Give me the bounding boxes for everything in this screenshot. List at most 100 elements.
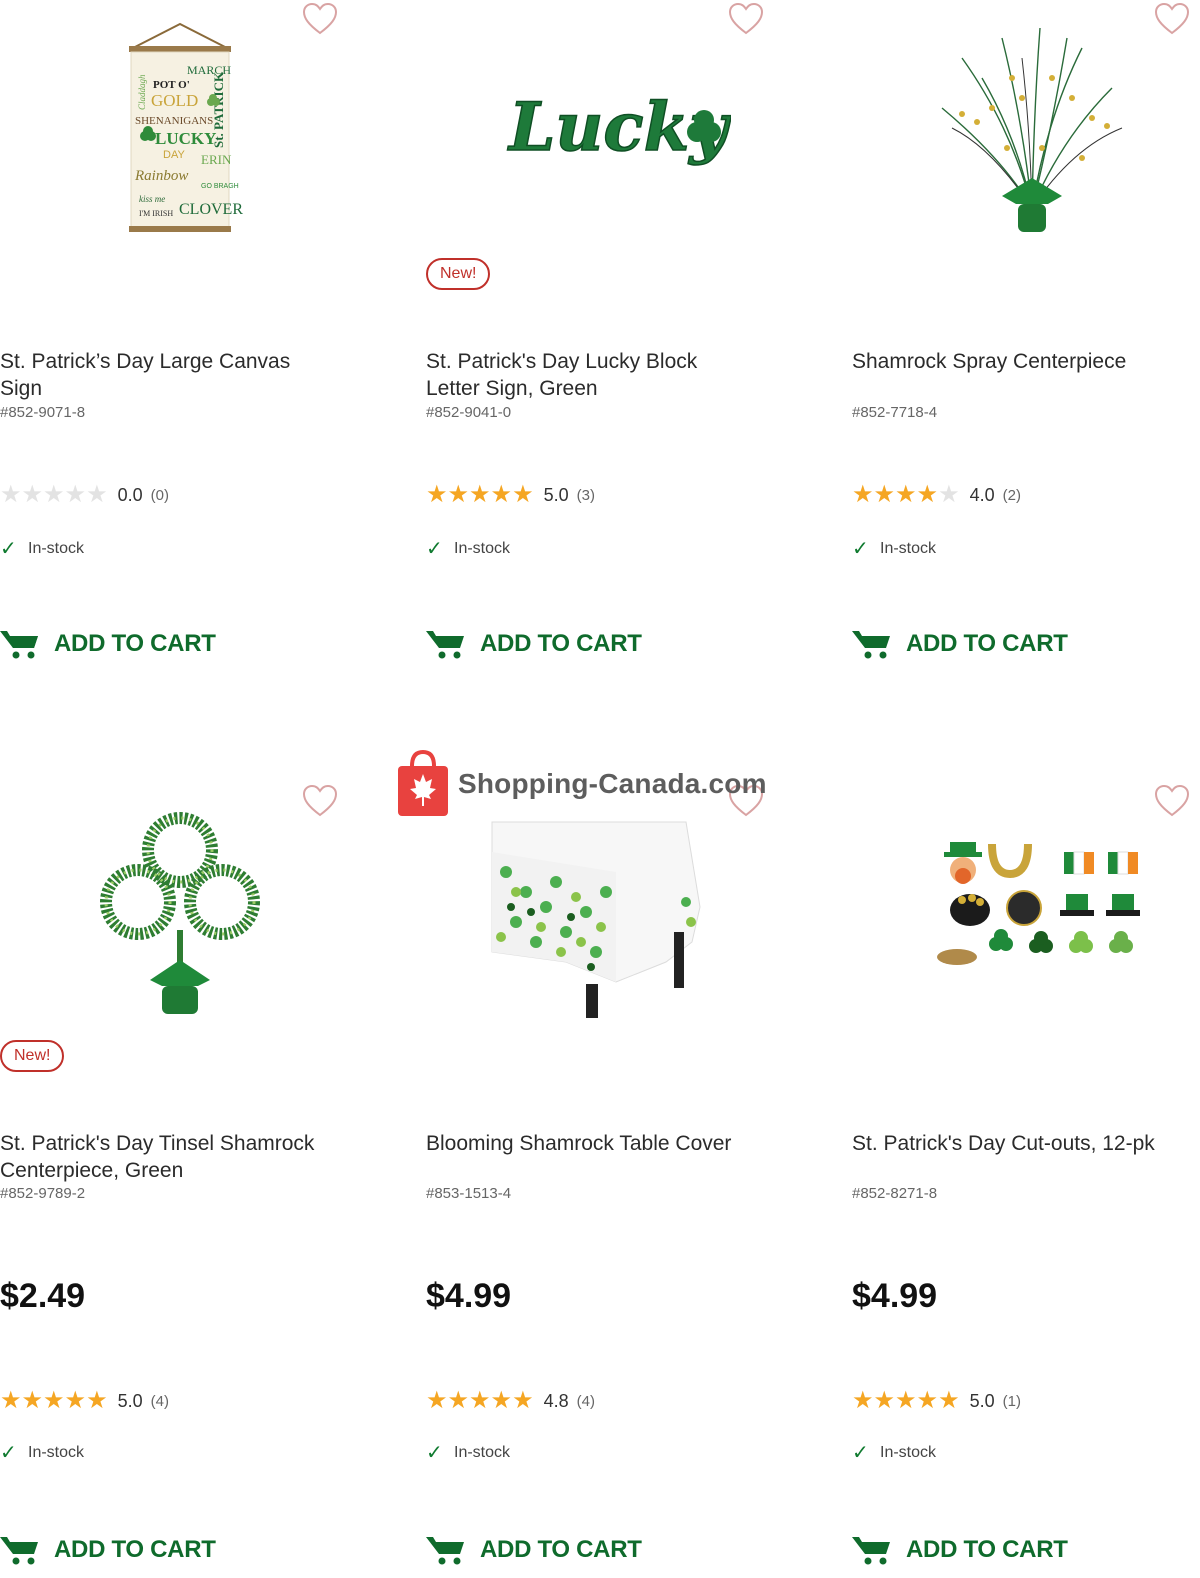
- star-empty-icon: ★: [21, 481, 44, 508]
- rating-value: 4.8: [543, 1390, 569, 1411]
- cart-icon: [852, 1537, 890, 1565]
- product-image[interactable]: MARCH POT O' GOLD SHENANIGANS LUCKY DAY …: [50, 10, 310, 245]
- star-filled-icon: ★: [852, 1387, 874, 1414]
- star-filled-icon: ★: [0, 1387, 22, 1414]
- add-to-cart-label: ADD TO CART: [906, 1536, 1068, 1563]
- star-filled-icon: ★: [895, 481, 917, 508]
- product-image[interactable]: Lucky: [476, 10, 756, 245]
- sign-line: DAY: [163, 149, 185, 161]
- watermark: Shopping-Canada.com: [396, 750, 767, 818]
- product-image[interactable]: [902, 792, 1182, 1027]
- stock-status: ✓ In-stock: [0, 536, 84, 561]
- sign-line: LUCKY: [155, 129, 216, 148]
- shopping-bag-maple-leaf-icon: [398, 750, 448, 816]
- product-title[interactable]: St. Patrick’s Day Large Canvas Sign: [0, 348, 330, 402]
- rating-count[interactable]: (1): [1003, 1393, 1021, 1410]
- rating-count[interactable]: (4): [577, 1393, 595, 1410]
- star-filled-icon: ★: [512, 1387, 534, 1414]
- cart-icon: [426, 631, 464, 659]
- stock-status: ✓ In-stock: [0, 1440, 84, 1465]
- star-filled-icon: ★: [426, 481, 448, 508]
- add-to-cart-button[interactable]: ADD TO CART: [0, 628, 216, 660]
- add-to-cart-label: ADD TO CART: [480, 1536, 642, 1563]
- star-filled-icon: ★: [447, 1387, 470, 1414]
- sign-line: GOLD: [151, 91, 198, 110]
- rating: ★ ★ ★ ★ ★ 5.0 (3): [426, 482, 595, 508]
- rating-stars: ★ ★ ★ ★ ★: [0, 1389, 108, 1413]
- product-image[interactable]: [50, 792, 310, 1027]
- rating-count[interactable]: (4): [151, 1393, 169, 1410]
- product-card: St. Patrick's Day Cut-outs, 12-pk #852-8…: [852, 782, 1200, 1565]
- star-filled-icon: ★: [21, 1387, 44, 1414]
- star-empty-icon: ★: [938, 481, 960, 508]
- rating-stars: ★ ★ ★ ★ ★: [426, 483, 534, 507]
- add-to-cart-button[interactable]: ADD TO CART: [852, 628, 1068, 660]
- spray-centerpiece-image: [941, 27, 1123, 232]
- stock-label: In-stock: [28, 539, 85, 557]
- stock-status: ✓ In-stock: [426, 1440, 510, 1465]
- product-sku: #852-9071-8: [0, 404, 86, 421]
- rating-count[interactable]: (2): [1003, 487, 1021, 504]
- product-image[interactable]: [481, 802, 711, 1032]
- product-title[interactable]: St. Patrick's Day Tinsel Shamrock Center…: [0, 1130, 330, 1184]
- product-title[interactable]: Blooming Shamrock Table Cover: [426, 1130, 756, 1157]
- stock-label: In-stock: [454, 539, 511, 557]
- product-price: $4.99: [852, 1277, 938, 1315]
- star-filled-icon: ★: [447, 481, 470, 508]
- product-image[interactable]: [902, 10, 1162, 245]
- rating-count[interactable]: (3): [577, 487, 595, 504]
- product-title[interactable]: St. Patrick's Day Cut-outs, 12-pk: [852, 1130, 1192, 1157]
- product-card: Blooming Shamrock Table Cover #853-1513-…: [426, 782, 826, 1565]
- sign-line: Claddagh: [137, 73, 147, 109]
- cart-icon: [0, 1537, 38, 1565]
- checkmark-icon: ✓: [0, 1442, 17, 1464]
- rating-stars: ★ ★ ★ ★ ★: [852, 483, 960, 507]
- product-price: $2.49: [0, 1277, 86, 1315]
- add-to-cart-label: ADD TO CART: [54, 630, 216, 657]
- star-filled-icon: ★: [490, 1387, 513, 1414]
- star-filled-icon: ★: [490, 481, 513, 508]
- checkmark-icon: ✓: [852, 538, 869, 560]
- cutouts-image: [937, 841, 1140, 965]
- star-filled-icon: ★: [64, 1387, 87, 1414]
- rating-stars: ★ ★ ★ ★ ★: [0, 483, 108, 507]
- stock-label: In-stock: [880, 539, 937, 557]
- rating-stars: ★ ★ ★ ★ ★: [426, 1389, 534, 1413]
- sign-line: St. PATRICK: [211, 71, 226, 148]
- add-to-cart-label: ADD TO CART: [480, 630, 642, 657]
- star-filled-icon: ★: [86, 1387, 108, 1414]
- checkmark-icon: ✓: [426, 1442, 443, 1464]
- stock-status: ✓ In-stock: [426, 536, 510, 561]
- stock-status: ✓ In-stock: [852, 1440, 936, 1465]
- rating-value: 4.0: [969, 484, 995, 505]
- rating-count[interactable]: (0): [151, 487, 169, 504]
- add-to-cart-button[interactable]: ADD TO CART: [0, 1534, 216, 1566]
- product-title[interactable]: Shamrock Spray Centerpiece: [852, 348, 1182, 375]
- canvas-sign-image: MARCH POT O' GOLD SHENANIGANS LUCKY DAY …: [129, 22, 243, 232]
- rating: ★ ★ ★ ★ ★ 5.0 (4): [0, 1388, 169, 1414]
- add-to-cart-button[interactable]: ADD TO CART: [852, 1534, 1068, 1566]
- sign-line: POT O': [153, 79, 190, 91]
- star-filled-icon: ★: [873, 1387, 896, 1414]
- product-title[interactable]: St. Patrick's Day Lucky Block Letter Sig…: [426, 348, 756, 402]
- add-to-cart-button[interactable]: ADD TO CART: [426, 1534, 642, 1566]
- stock-label: In-stock: [28, 1443, 85, 1461]
- product-sku: #853-1513-4: [426, 1185, 512, 1202]
- star-empty-icon: ★: [43, 481, 65, 508]
- star-filled-icon: ★: [426, 1387, 448, 1414]
- new-badge: New!: [0, 1040, 65, 1072]
- product-card: New! St. Patrick's Day Tinsel Shamrock C…: [0, 782, 400, 1565]
- product-sku: #852-8271-8: [852, 1185, 938, 1202]
- rating-value: 0.0: [117, 484, 143, 505]
- product-card: Lucky New! St. Patrick's Day Lucky Block…: [426, 0, 826, 700]
- star-filled-icon: ★: [469, 1387, 491, 1414]
- sign-line: kiss me: [139, 194, 165, 204]
- star-empty-icon: ★: [86, 481, 108, 508]
- star-filled-icon: ★: [938, 1387, 960, 1414]
- stock-status: ✓ In-stock: [852, 536, 936, 561]
- add-to-cart-label: ADD TO CART: [54, 1536, 216, 1563]
- cart-icon: [0, 631, 38, 659]
- add-to-cart-button[interactable]: ADD TO CART: [426, 628, 642, 660]
- rating: ★ ★ ★ ★ ★ 4.0 (2): [852, 482, 1021, 508]
- rating: ★ ★ ★ ★ ★ 5.0 (1): [852, 1388, 1021, 1414]
